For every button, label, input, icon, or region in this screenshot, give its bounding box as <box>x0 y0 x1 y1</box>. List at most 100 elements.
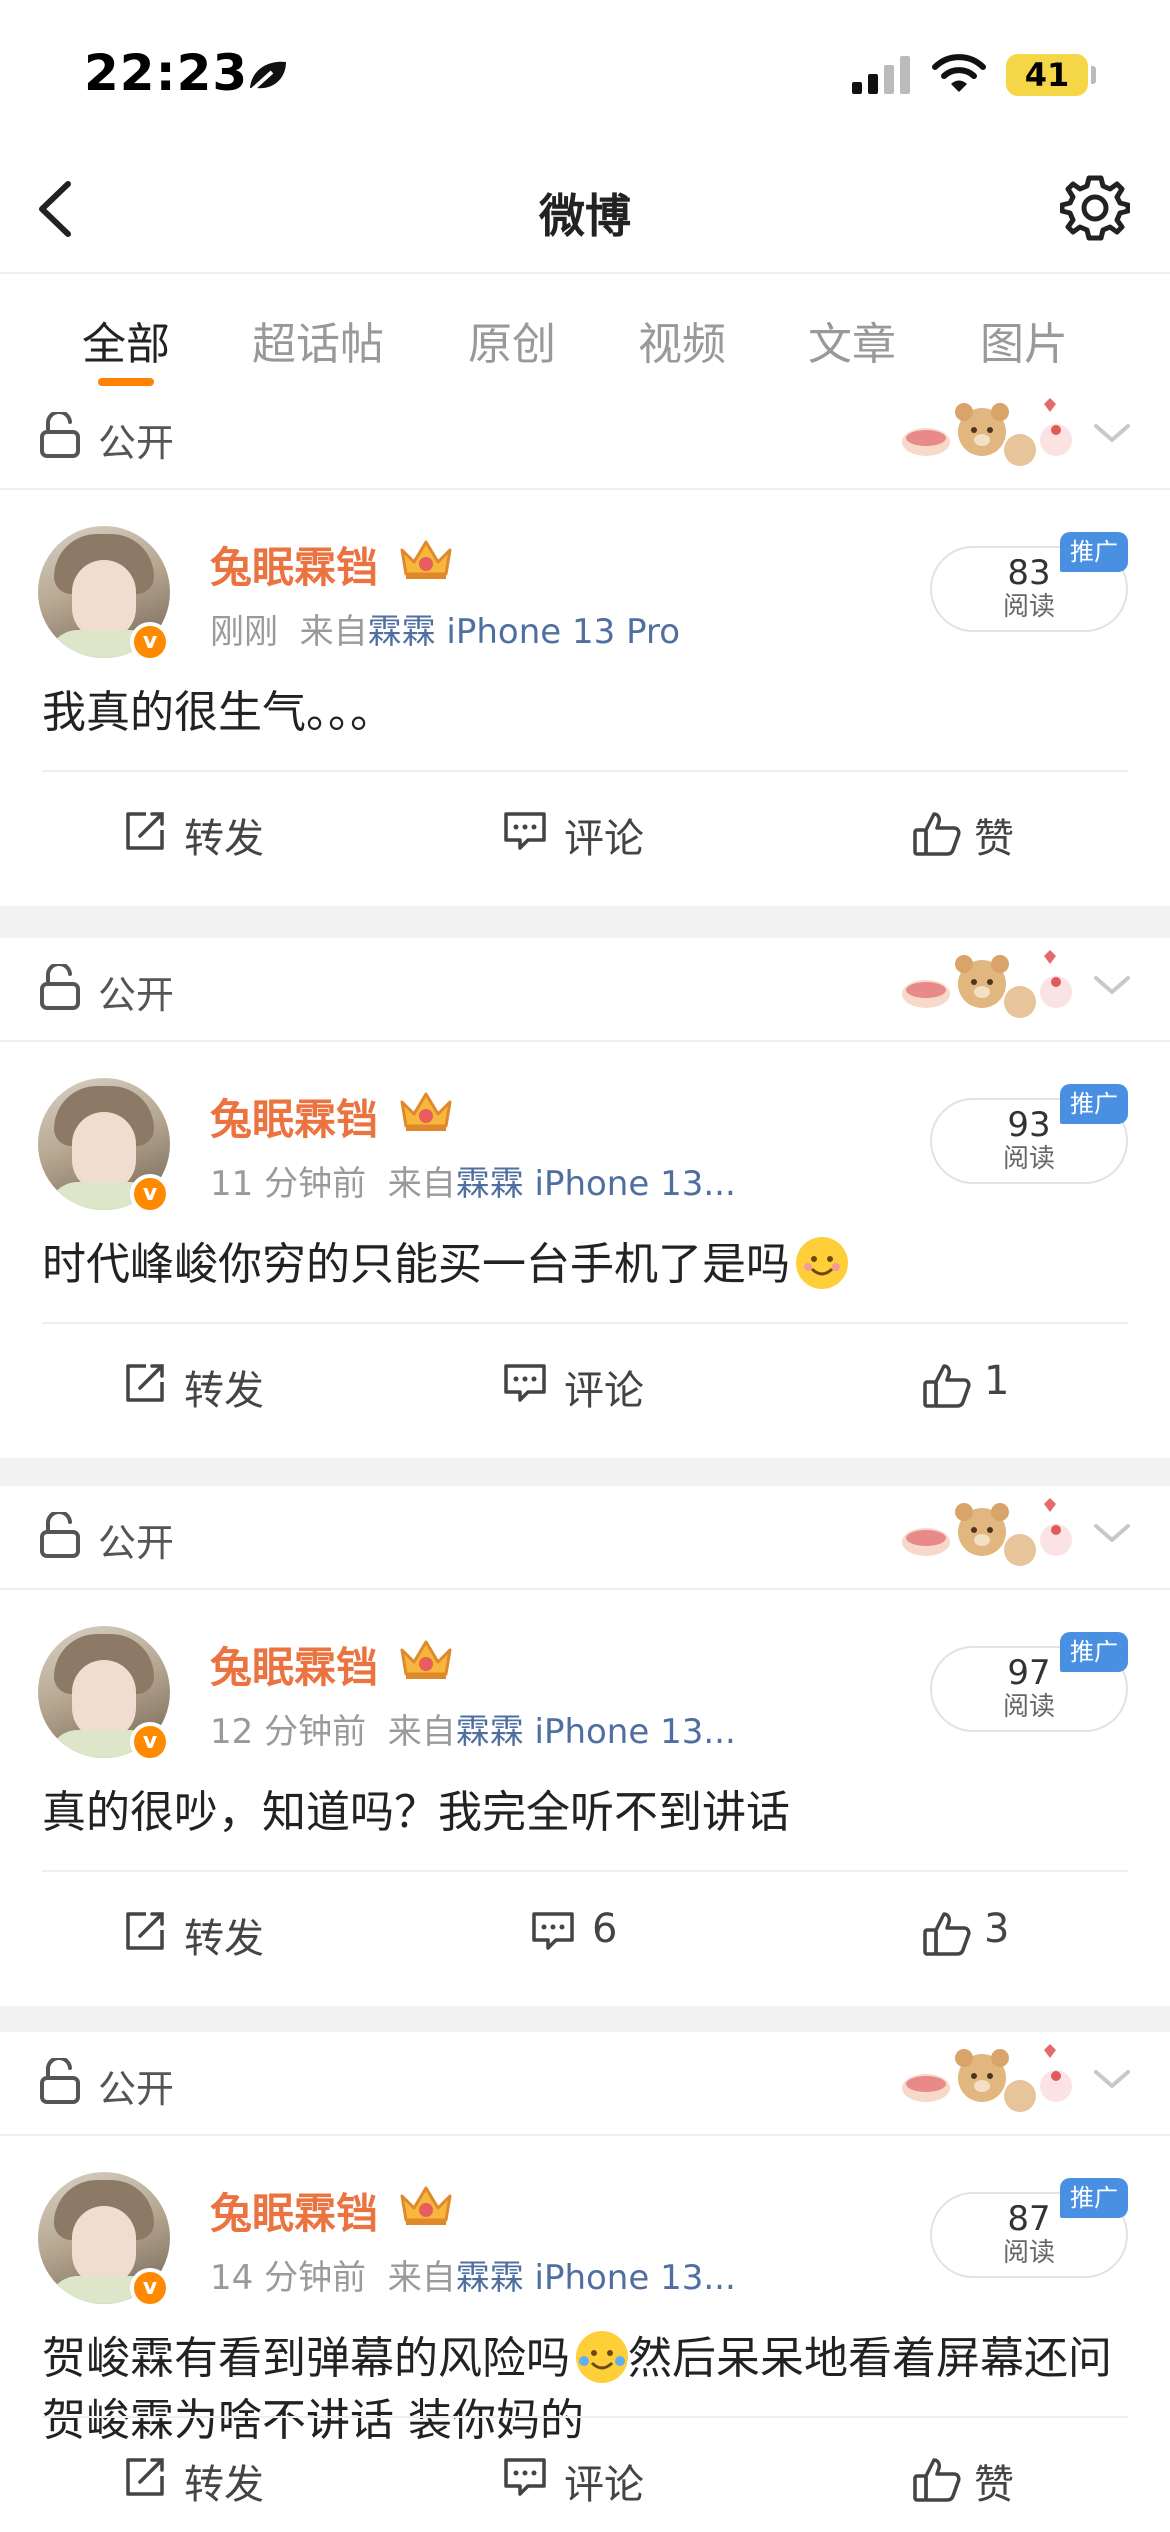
repost-label: 转发 <box>184 1368 264 1414</box>
laughing-tears-emoji-icon <box>576 2331 628 2383</box>
action-bar: 转发 评论 赞 <box>42 2416 1128 2532</box>
post-meta: 11 分钟前 来自霖霖 iPhone 13... <box>210 1156 736 1205</box>
active-tab-indicator <box>98 378 154 386</box>
source-prefix: 来自 <box>387 2258 456 2298</box>
post-meta: 12 分钟前 来自霖霖 iPhone 13... <box>210 1704 736 1753</box>
battery-icon: 41 <box>1006 54 1088 96</box>
tab-article[interactable]: 文章 <box>808 308 896 372</box>
source-prefix: 来自 <box>387 1164 456 1204</box>
post-text: 时代峰峻你穷的只能买一台手机了是吗 <box>42 1234 1132 1296</box>
action-bar: 转发 6 3 <box>42 1870 1128 2006</box>
thumbs-up-icon <box>923 1364 971 1408</box>
chevron-down-icon[interactable] <box>1092 420 1132 450</box>
post-card: 公开 <box>0 938 1170 1458</box>
comment-icon <box>504 812 546 850</box>
repost-icon <box>126 1912 164 1950</box>
promote-tag[interactable]: 推广 <box>1060 2178 1128 2218</box>
read-label: 阅读 <box>1002 592 1055 622</box>
bear-sticker-decoration <box>896 2040 1086 2130</box>
unlock-icon <box>38 2055 82 2110</box>
username[interactable]: 兔眠霖铛 <box>210 2180 378 2241</box>
action-bar: 转发 评论 1 <box>42 1322 1128 1458</box>
signal-icon <box>852 56 914 98</box>
action-bar: 转发 评论 赞 <box>42 770 1128 906</box>
post-text-body: 真的很吵，知道吗？我完全听不到讲话 <box>42 1787 790 1838</box>
post-time: 11 分钟前 <box>210 1164 367 1204</box>
filter-tabs: 全部 超话帖 原创 视频 文章 图片 <box>0 276 1170 386</box>
post-time: 14 分钟前 <box>210 2258 367 2298</box>
bear-sticker-decoration <box>896 946 1086 1036</box>
tab-all[interactable]: 全部 <box>82 308 170 372</box>
settings-gear-icon[interactable] <box>1059 172 1131 246</box>
unlock-icon <box>38 961 82 1016</box>
visibility-label: 公开 <box>98 2067 175 2111</box>
chevron-down-icon[interactable] <box>1092 2066 1132 2096</box>
battery-tip <box>1091 66 1096 84</box>
post-time: 刚刚 <box>210 612 278 652</box>
comment-label: 评论 <box>564 1368 644 1414</box>
verified-badge-icon: v <box>130 1174 170 1214</box>
promote-tag[interactable]: 推广 <box>1060 532 1128 572</box>
feed-separator <box>0 906 1170 938</box>
post-card: 公开 <box>0 386 1170 906</box>
device-source[interactable]: 霖霖 iPhone 13... <box>456 1712 736 1752</box>
source-prefix: 来自 <box>299 612 368 652</box>
post-meta: 14 分钟前 来自霖霖 iPhone 13... <box>210 2250 736 2299</box>
chevron-down-icon[interactable] <box>1092 1520 1132 1550</box>
username[interactable]: 兔眠霖铛 <box>210 1086 378 1147</box>
post-text: 真的很吵，知道吗？我完全听不到讲话 <box>42 1782 1132 1844</box>
device-source[interactable]: 霖霖 iPhone 13 Pro <box>368 612 680 652</box>
comment-icon <box>504 1364 546 1402</box>
unlock-icon <box>38 409 82 464</box>
tab-image[interactable]: 图片 <box>980 308 1068 372</box>
post-time: 12 分钟前 <box>210 1712 367 1752</box>
verified-badge-icon: v <box>130 622 170 662</box>
thumbs-up-icon <box>923 1912 971 1956</box>
post-visibility-row[interactable]: 公开 <box>0 386 1170 490</box>
device-source[interactable]: 霖霖 iPhone 13... <box>456 2258 736 2298</box>
battery-level: 41 <box>1024 56 1070 94</box>
like-label: 赞 <box>974 816 1014 862</box>
comment-icon <box>532 1912 574 1950</box>
page-title: 微博 <box>539 189 631 243</box>
read-label: 阅读 <box>1002 1692 1055 1722</box>
status-time: 22:23 <box>84 44 249 102</box>
post-text-body: 我真的很生气。。。 <box>42 687 394 738</box>
promote-tag[interactable]: 推广 <box>1060 1632 1128 1672</box>
crown-badge-icon[interactable] <box>398 1088 454 1138</box>
chevron-down-icon[interactable] <box>1092 972 1132 1002</box>
comment-icon <box>504 2458 546 2496</box>
post-visibility-row[interactable]: 公开 <box>0 2032 1170 2136</box>
post-meta: 刚刚 来自霖霖 iPhone 13 Pro <box>210 604 680 653</box>
verified-badge-icon: v <box>130 1722 170 1762</box>
crown-badge-icon[interactable] <box>398 536 454 586</box>
like-label: 3 <box>984 1906 1010 1952</box>
crown-badge-icon[interactable] <box>398 1636 454 1686</box>
repost-label: 转发 <box>184 816 264 862</box>
smiling-emoji-icon <box>796 1237 848 1289</box>
crown-badge-icon[interactable] <box>398 2182 454 2232</box>
repost-icon <box>126 812 164 850</box>
post-visibility-row[interactable]: 公开 <box>0 938 1170 1042</box>
thumbs-up-icon <box>913 2458 961 2502</box>
tab-video[interactable]: 视频 <box>638 308 726 372</box>
comment-label: 6 <box>592 1906 618 1952</box>
bear-sticker-decoration <box>896 1494 1086 1584</box>
promote-tag[interactable]: 推广 <box>1060 1084 1128 1124</box>
unlock-icon <box>38 1509 82 1564</box>
visibility-label: 公开 <box>98 973 175 1017</box>
post-visibility-row[interactable]: 公开 <box>0 1486 1170 1590</box>
repost-label: 转发 <box>184 1916 264 1962</box>
source-prefix: 来自 <box>387 1712 456 1752</box>
tab-super-topic[interactable]: 超话帖 <box>252 308 384 372</box>
username[interactable]: 兔眠霖铛 <box>210 1634 378 1695</box>
read-label: 阅读 <box>1002 1144 1055 1174</box>
comment-label: 评论 <box>564 2462 644 2508</box>
post-card: 公开 <box>0 2032 1170 2532</box>
post-text: 我真的很生气。。。 <box>42 682 1132 744</box>
username[interactable]: 兔眠霖铛 <box>210 534 378 595</box>
tab-original[interactable]: 原创 <box>468 308 556 372</box>
device-source[interactable]: 霖霖 iPhone 13... <box>456 1164 736 1204</box>
thumbs-up-icon <box>913 812 961 856</box>
bear-sticker-decoration <box>896 394 1086 484</box>
